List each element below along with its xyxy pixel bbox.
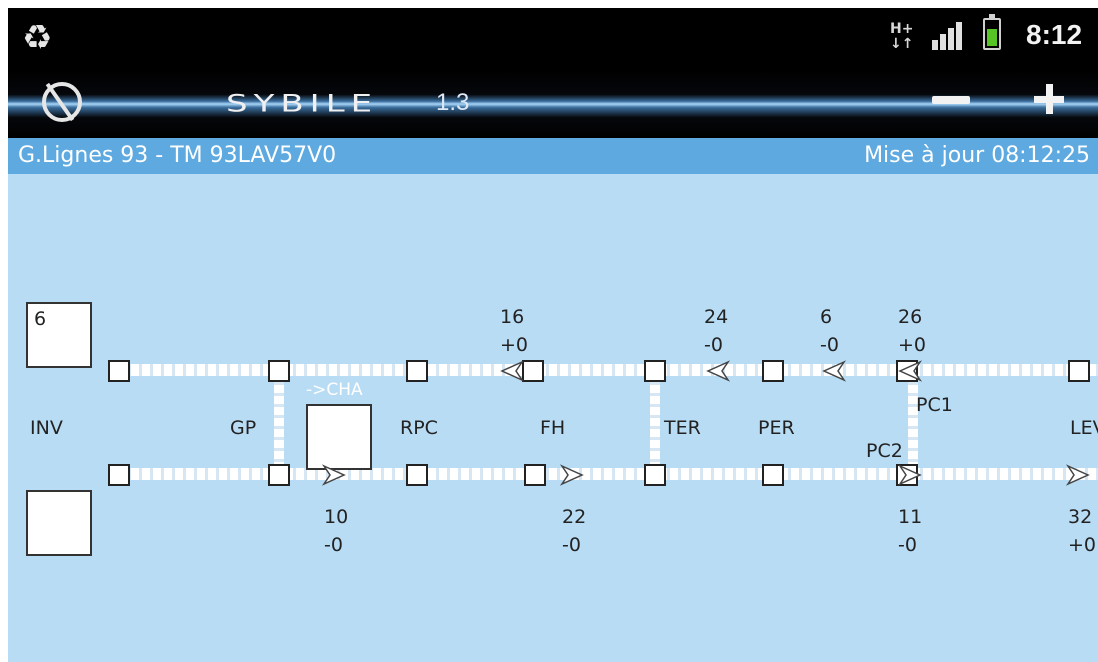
recycle-icon: ♻ bbox=[22, 18, 53, 58]
line-info-bar: G.Lignes 93 - TM 93LAV57V0 Mise à jour 0… bbox=[8, 138, 1098, 174]
station-pc1: PC1 bbox=[916, 394, 953, 416]
bus-down-3-icon[interactable] bbox=[897, 464, 922, 486]
stop-lower-fh[interactable] bbox=[524, 464, 546, 486]
network-badge: H+ bbox=[890, 21, 914, 37]
transfer-label: ->CHA bbox=[306, 380, 363, 400]
station-inv: INV bbox=[30, 417, 63, 439]
stop-lower-gp[interactable] bbox=[268, 464, 290, 486]
station-rpc: RPC bbox=[400, 417, 438, 439]
app-bar: SYBILE 1.3 bbox=[8, 70, 1098, 138]
bus-up-2-icon[interactable] bbox=[706, 360, 731, 382]
bus-down-2-id: 22 bbox=[562, 506, 587, 528]
left-top-box[interactable]: 6 bbox=[26, 302, 92, 368]
status-time: 8:12 bbox=[1026, 19, 1083, 50]
stop-upper-gp[interactable] bbox=[268, 360, 290, 382]
stop-upper-rpc[interactable] bbox=[406, 360, 428, 382]
bus-up-1-icon[interactable] bbox=[500, 360, 525, 382]
connector-track-pc bbox=[908, 374, 918, 472]
bus-up-4-icon[interactable] bbox=[898, 360, 923, 382]
bus-down-4-delay: +0 bbox=[1068, 534, 1097, 556]
stop-upper-fh[interactable] bbox=[522, 360, 544, 382]
station-pc2: PC2 bbox=[866, 440, 903, 462]
bus-up-4-delay: +0 bbox=[898, 334, 927, 356]
bus-down-1-id: 10 bbox=[324, 506, 349, 528]
stop-lower-1[interactable] bbox=[108, 464, 130, 486]
station-fh: FH bbox=[540, 417, 566, 439]
status-bar: ♻ H+ ↓↑ 8:12 bbox=[8, 8, 1098, 70]
line-name: G.Lignes 93 - TM 93LAV57V0 bbox=[18, 143, 337, 168]
last-update: Mise à jour 08:12:25 bbox=[864, 143, 1090, 168]
stop-upper-ter[interactable] bbox=[644, 360, 666, 382]
app-version: 1.3 bbox=[436, 89, 470, 116]
bus-up-2-id: 24 bbox=[704, 306, 729, 328]
bus-up-3-id: 6 bbox=[820, 306, 833, 328]
bus-down-3-id: 11 bbox=[898, 506, 923, 528]
zoom-out-button[interactable] bbox=[932, 96, 970, 104]
bus-down-1-delay: -0 bbox=[324, 534, 343, 556]
bus-up-1-id: 16 bbox=[500, 306, 525, 328]
app-logo-icon[interactable] bbox=[42, 82, 82, 122]
center-box[interactable] bbox=[306, 404, 372, 470]
upper-track bbox=[120, 364, 1098, 376]
bus-down-3-delay: -0 bbox=[898, 534, 917, 556]
bus-up-1-delay: +0 bbox=[500, 334, 529, 356]
stop-upper-lev[interactable] bbox=[1068, 360, 1090, 382]
zoom-in-button[interactable] bbox=[1034, 84, 1064, 114]
stop-lower-rpc[interactable] bbox=[406, 464, 428, 486]
station-lev: LEV bbox=[1070, 417, 1098, 439]
bus-up-3-delay: -0 bbox=[820, 334, 839, 356]
left-bottom-box[interactable] bbox=[26, 490, 92, 556]
bus-down-4-id: 32 bbox=[1068, 506, 1093, 528]
connector-track-gp bbox=[274, 374, 284, 472]
bus-down-1-icon[interactable] bbox=[321, 464, 346, 486]
bus-down-2-icon[interactable] bbox=[559, 464, 584, 486]
stop-lower-ter[interactable] bbox=[644, 464, 666, 486]
line-diagram: 6 ->CHA INV GP RPC FH TER PER PC1 PC2 LE… bbox=[8, 174, 1098, 662]
stop-upper-per[interactable] bbox=[762, 360, 784, 382]
bus-down-2-delay: -0 bbox=[562, 534, 581, 556]
battery-icon bbox=[983, 14, 1001, 50]
bus-up-3-icon[interactable] bbox=[822, 360, 847, 382]
app-title: SYBILE bbox=[226, 90, 379, 118]
signal-icon bbox=[932, 22, 966, 50]
connector-track-ter bbox=[650, 374, 660, 472]
bus-down-4-icon[interactable] bbox=[1065, 464, 1090, 486]
lower-track bbox=[120, 468, 1098, 480]
network-icon: H+ ↓↑ bbox=[890, 21, 914, 52]
phone-screen: ♻ H+ ↓↑ 8:12 SYBILE 1.3 G.Lignes 93 - TM … bbox=[8, 8, 1098, 662]
bus-up-2-delay: -0 bbox=[704, 334, 723, 356]
station-ter: TER bbox=[664, 417, 701, 439]
station-gp: GP bbox=[230, 417, 257, 439]
stop-upper-1[interactable] bbox=[108, 360, 130, 382]
station-per: PER bbox=[758, 417, 795, 439]
stop-lower-per[interactable] bbox=[762, 464, 784, 486]
bus-up-4-id: 26 bbox=[898, 306, 923, 328]
